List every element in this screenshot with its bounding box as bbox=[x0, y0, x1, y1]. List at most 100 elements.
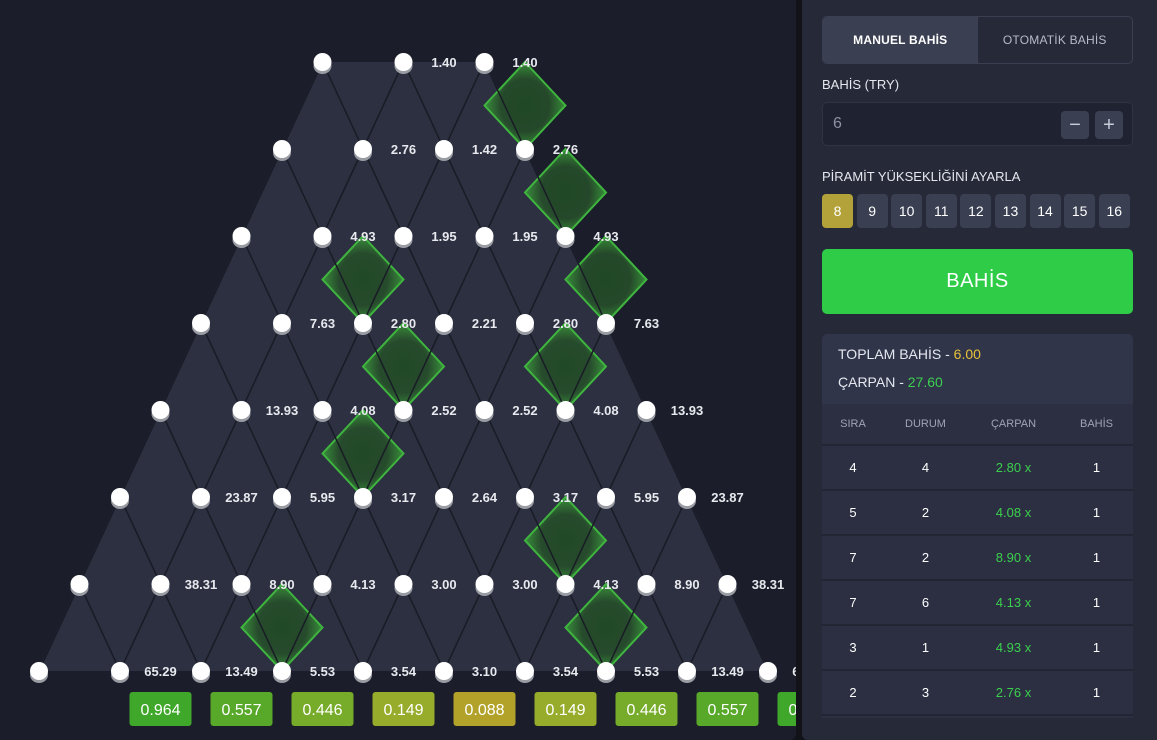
peg bbox=[394, 227, 413, 245]
height-option-button[interactable]: 13 bbox=[994, 194, 1026, 228]
peg bbox=[354, 140, 372, 158]
peg bbox=[313, 227, 332, 245]
multiplier-cell: 2.76 x bbox=[995, 685, 1032, 700]
status-cell: 1 bbox=[921, 640, 930, 655]
peg bbox=[637, 575, 656, 593]
multiplier-label: 3.17 bbox=[553, 490, 578, 505]
status-cell: 4 bbox=[921, 460, 930, 475]
multiplier-label: 3.00 bbox=[512, 577, 537, 592]
decrease-bet-button[interactable]: − bbox=[1061, 111, 1089, 139]
col-header-row: SIRA bbox=[840, 418, 866, 430]
bet-cell: 1 bbox=[1092, 640, 1101, 655]
peg bbox=[597, 488, 615, 506]
payout-slot-label: 0.446 bbox=[626, 702, 666, 719]
multiplier-label: 3.17 bbox=[391, 490, 416, 505]
row-number-cell: 3 bbox=[849, 640, 857, 655]
payout-slot-label: 0.964 bbox=[788, 702, 796, 719]
multiplier-label: 13.93 bbox=[266, 403, 299, 418]
height-option-button[interactable]: 10 bbox=[891, 194, 923, 228]
height-option-button[interactable]: 11 bbox=[925, 194, 957, 228]
payout-slot-label: 0.149 bbox=[545, 702, 585, 719]
payout-slot-label: 0.557 bbox=[707, 702, 747, 719]
status-cell: 2 bbox=[921, 550, 930, 565]
bet-cell: 1 bbox=[1092, 460, 1101, 475]
peg bbox=[394, 53, 413, 71]
multiplier-label: 2.52 bbox=[512, 403, 537, 418]
height-option-button[interactable]: 9 bbox=[856, 194, 888, 228]
peg bbox=[759, 662, 777, 680]
multiplier-cell: 4.13 x bbox=[995, 595, 1032, 610]
status-cell: 2 bbox=[921, 505, 930, 520]
payout-slot-label: 0.149 bbox=[383, 702, 423, 719]
multiplier-label: ÇARPAN - bbox=[838, 374, 908, 390]
multiplier-label: 2.76 bbox=[553, 142, 578, 157]
table-row: 4 4 2.80 x 1 bbox=[822, 446, 1133, 491]
multiplier-label: 2.64 bbox=[472, 490, 498, 505]
height-option-button[interactable]: 8 bbox=[822, 194, 853, 228]
peg bbox=[151, 575, 170, 593]
multiplier-label: 3.54 bbox=[553, 664, 579, 679]
peg bbox=[435, 488, 453, 506]
multiplier-label: 2.80 bbox=[391, 316, 416, 331]
peg bbox=[516, 488, 534, 506]
total-bet-value: 6.00 bbox=[953, 346, 981, 362]
payout-slot-label: 0.088 bbox=[464, 702, 504, 719]
multiplier-label: 4.93 bbox=[593, 229, 618, 244]
bet-cell: 1 bbox=[1092, 505, 1101, 520]
peg bbox=[354, 662, 372, 680]
peg bbox=[354, 314, 372, 332]
multiplier-label: 4.13 bbox=[350, 577, 375, 592]
multiplier-label: 2.76 bbox=[391, 142, 416, 157]
bet-amount-field: − + bbox=[822, 102, 1133, 146]
multiplier-label: 1.40 bbox=[431, 55, 456, 70]
height-option-button[interactable]: 14 bbox=[1029, 194, 1061, 228]
col-header-bet: BAHİS bbox=[1079, 418, 1113, 430]
height-option-button[interactable]: 12 bbox=[960, 194, 992, 228]
peg bbox=[313, 575, 332, 593]
peg bbox=[273, 662, 291, 680]
multiplier-label: 3.54 bbox=[391, 664, 417, 679]
peg bbox=[354, 488, 372, 506]
peg bbox=[232, 575, 251, 593]
multiplier-label: 65.29 bbox=[792, 664, 796, 679]
multiplier-label: 3.10 bbox=[472, 664, 497, 679]
multiplier-label: 38.31 bbox=[752, 577, 785, 592]
multiplier-label: 13.49 bbox=[225, 664, 258, 679]
peg bbox=[111, 488, 129, 506]
peg bbox=[151, 401, 170, 419]
bet-amount-label: BAHİS (TRY) bbox=[822, 77, 900, 92]
col-header-status: DURUM bbox=[905, 418, 946, 430]
bet-panel: MANUEL BAHİS OTOMATİK BAHİS BAHİS (TRY) … bbox=[802, 0, 1157, 740]
multiplier-label: 3.00 bbox=[431, 577, 456, 592]
peg bbox=[192, 314, 210, 332]
payout-slot-label: 0.557 bbox=[221, 702, 261, 719]
place-bet-button[interactable]: BAHİS bbox=[822, 249, 1133, 314]
increase-bet-button[interactable]: + bbox=[1095, 111, 1123, 139]
tab-manual-bet[interactable]: MANUEL BAHİS bbox=[823, 17, 978, 63]
peg bbox=[192, 488, 210, 506]
multiplier-label: 23.87 bbox=[225, 490, 258, 505]
peg bbox=[192, 662, 210, 680]
peg bbox=[475, 53, 494, 71]
height-option-button[interactable]: 15 bbox=[1064, 194, 1096, 228]
table-body: 4 4 2.80 x 1 5 2 4.08 x 1 7 2 8.90 x 1 7 6 4.13 x 1 3 1 4.… bbox=[822, 446, 1133, 716]
peg bbox=[435, 314, 453, 332]
peg bbox=[718, 575, 737, 593]
multiplier-label: 8.90 bbox=[269, 577, 294, 592]
status-cell: 6 bbox=[921, 595, 930, 610]
peg bbox=[475, 575, 494, 593]
bet-cell: 1 bbox=[1092, 595, 1101, 610]
multiplier-label: 2.80 bbox=[553, 316, 578, 331]
multiplier-cell: 2.80 x bbox=[995, 460, 1032, 475]
bet-summary: TOPLAM BAHİS - 6.00 ÇARPAN - 27.60 bbox=[822, 334, 1133, 404]
multiplier-label: 38.31 bbox=[185, 577, 218, 592]
multiplier-label: 5.53 bbox=[634, 664, 659, 679]
tab-auto-bet[interactable]: OTOMATİK BAHİS bbox=[978, 17, 1133, 63]
multiplier-label: 5.53 bbox=[310, 664, 335, 679]
multiplier-label: 1.95 bbox=[512, 229, 537, 244]
total-bet: TOPLAM BAHİS - 6.00 bbox=[838, 346, 981, 362]
table-row: 3 1 4.93 x 1 bbox=[822, 626, 1133, 671]
height-option-button[interactable]: 16 bbox=[1098, 194, 1130, 228]
multiplier-value: 27.60 bbox=[907, 374, 943, 390]
bet-amount-input[interactable] bbox=[833, 103, 1033, 145]
